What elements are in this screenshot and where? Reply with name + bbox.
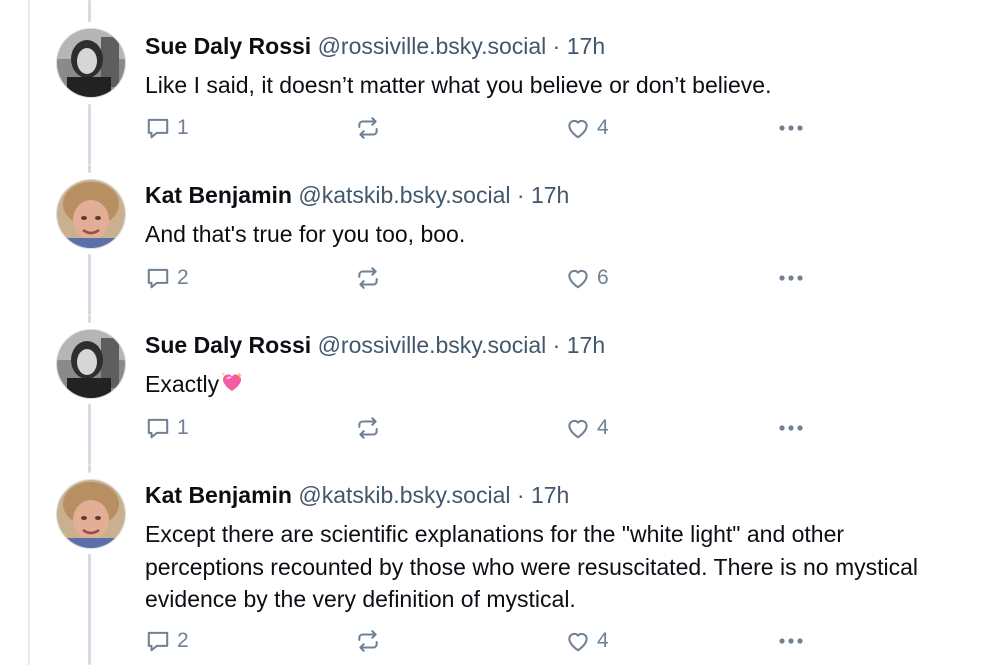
reply-count: 1 — [177, 416, 189, 439]
reply-count: 2 — [177, 629, 189, 652]
repost-arrows-icon — [355, 265, 381, 291]
more-options-button[interactable] — [776, 262, 806, 294]
heart-outline-icon — [565, 415, 591, 441]
post-actions: 1 4 — [0, 412, 1000, 444]
speech-bubble-icon — [145, 628, 171, 654]
post-actions: 2 4 — [0, 625, 1000, 657]
post-text: Except there are scientific explanations… — [145, 521, 919, 612]
author-name[interactable]: Sue Daly Rossi — [145, 332, 311, 358]
post-text: Exactly — [145, 371, 220, 397]
author-avatar[interactable] — [56, 28, 126, 98]
author-avatar[interactable] — [56, 479, 126, 549]
like-button[interactable]: 4 — [565, 625, 609, 657]
more-options-button[interactable] — [776, 112, 806, 144]
author-avatar[interactable] — [56, 329, 126, 399]
separator: · — [516, 482, 525, 508]
post[interactable]: Sue Daly Rossi @rossiville.bsky.social ·… — [0, 0, 1000, 165]
author-handle[interactable]: @rossiville.bsky.social — [318, 332, 547, 358]
thread-line — [88, 0, 91, 22]
ellipsis-icon — [776, 415, 806, 441]
repost-button[interactable] — [355, 625, 381, 657]
reply-button[interactable]: 2 — [145, 625, 189, 657]
post-actions: 2 6 — [0, 262, 1000, 294]
repost-arrows-icon — [355, 115, 381, 141]
speech-bubble-icon — [145, 115, 171, 141]
repost-button[interactable] — [355, 412, 381, 444]
post-time[interactable]: 17h — [567, 33, 605, 59]
reply-button[interactable]: 1 — [145, 412, 189, 444]
separator: · — [516, 182, 525, 208]
ellipsis-icon — [776, 115, 806, 141]
post-time[interactable]: 17h — [531, 482, 569, 508]
post-actions: 1 4 — [0, 112, 1000, 144]
post-header: Kat Benjamin @katskib.bsky.social · 17h — [145, 480, 569, 510]
heart-outline-icon — [565, 115, 591, 141]
more-options-button[interactable] — [776, 412, 806, 444]
post-time[interactable]: 17h — [531, 182, 569, 208]
post[interactable]: Sue Daly Rossi @rossiville.bsky.social ·… — [0, 315, 1000, 465]
author-handle[interactable]: @katskib.bsky.social — [298, 482, 510, 508]
ellipsis-icon — [776, 265, 806, 291]
like-count: 4 — [597, 116, 609, 139]
like-count: 4 — [597, 416, 609, 439]
reply-button[interactable]: 1 — [145, 112, 189, 144]
heart-outline-icon — [565, 265, 591, 291]
more-options-button[interactable] — [776, 625, 806, 657]
post-time[interactable]: 17h — [567, 332, 605, 358]
like-count: 6 — [597, 266, 609, 289]
thread-line — [88, 465, 91, 473]
speech-bubble-icon — [145, 415, 171, 441]
author-avatar[interactable] — [56, 179, 126, 249]
like-count: 4 — [597, 629, 609, 652]
ellipsis-icon — [776, 628, 806, 654]
author-name[interactable]: Sue Daly Rossi — [145, 33, 311, 59]
thread-line — [88, 165, 91, 173]
post-text-container: Exactly — [145, 368, 965, 403]
reply-thread: Sue Daly Rossi @rossiville.bsky.social ·… — [0, 0, 1000, 665]
separator: · — [552, 33, 561, 59]
post-header: Sue Daly Rossi @rossiville.bsky.social ·… — [145, 330, 605, 360]
like-button[interactable]: 6 — [565, 262, 609, 294]
post-text: And that's true for you too, boo. — [145, 221, 466, 247]
repost-button[interactable] — [355, 112, 381, 144]
repost-button[interactable] — [355, 262, 381, 294]
author-handle[interactable]: @rossiville.bsky.social — [318, 33, 547, 59]
thread-line — [88, 315, 91, 323]
author-name[interactable]: Kat Benjamin — [145, 182, 292, 208]
reply-count: 1 — [177, 116, 189, 139]
reply-count: 2 — [177, 266, 189, 289]
repost-arrows-icon — [355, 628, 381, 654]
speech-bubble-icon — [145, 265, 171, 291]
repost-arrows-icon — [355, 415, 381, 441]
author-name[interactable]: Kat Benjamin — [145, 482, 292, 508]
post-header: Sue Daly Rossi @rossiville.bsky.social ·… — [145, 31, 605, 61]
separator: · — [552, 332, 561, 358]
post[interactable]: Kat Benjamin @katskib.bsky.social · 17h … — [0, 465, 1000, 665]
sparkling-heart-emoji — [220, 370, 244, 403]
post[interactable]: Kat Benjamin @katskib.bsky.social · 17h … — [0, 165, 1000, 315]
post-header: Kat Benjamin @katskib.bsky.social · 17h — [145, 180, 569, 210]
post-text: Like I said, it doesn’t matter what you … — [145, 72, 772, 98]
like-button[interactable]: 4 — [565, 112, 609, 144]
reply-button[interactable]: 2 — [145, 262, 189, 294]
author-handle[interactable]: @katskib.bsky.social — [298, 182, 510, 208]
heart-outline-icon — [565, 628, 591, 654]
like-button[interactable]: 4 — [565, 412, 609, 444]
